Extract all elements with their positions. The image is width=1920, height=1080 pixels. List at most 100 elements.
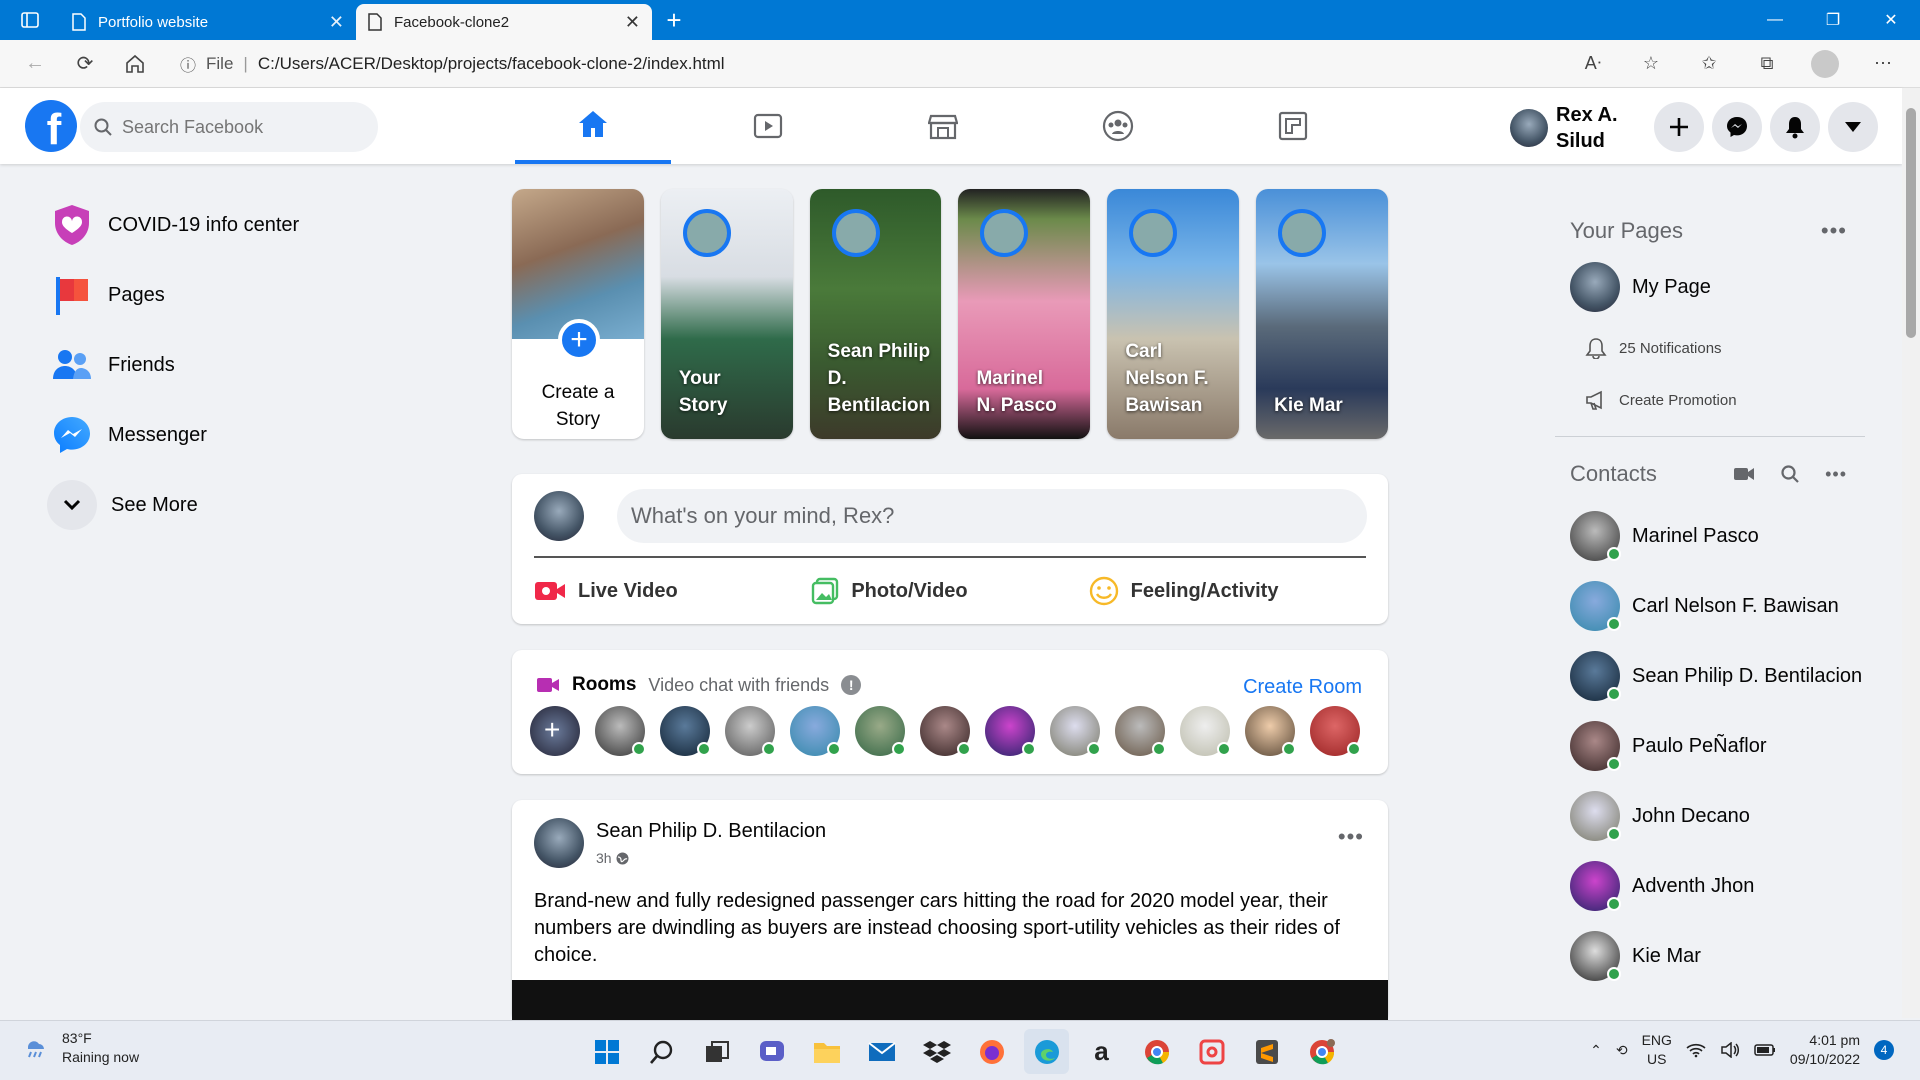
clock[interactable]: 4:01 pm 09/10/2022 bbox=[1790, 1031, 1860, 1069]
avatar[interactable]: + bbox=[530, 706, 580, 756]
windows-start-icon[interactable] bbox=[584, 1029, 629, 1074]
avatar[interactable] bbox=[790, 706, 841, 756]
weather-widget[interactable]: 83°F Raining now bbox=[22, 1029, 139, 1067]
wifi-icon[interactable] bbox=[1686, 1042, 1706, 1058]
contact-item[interactable]: Kie Mar bbox=[1555, 921, 1865, 991]
story-card[interactable]: Kie Mar bbox=[1256, 189, 1388, 439]
favorites-icon[interactable]: ✩ bbox=[1682, 53, 1736, 74]
restore-icon[interactable]: ❐ bbox=[1804, 0, 1862, 40]
chrome-icon[interactable] bbox=[1134, 1029, 1179, 1074]
avatar[interactable] bbox=[1245, 706, 1296, 756]
avatar[interactable] bbox=[985, 706, 1036, 756]
read-aloud-icon[interactable]: A͏ᐧ bbox=[1566, 53, 1620, 74]
avatar[interactable] bbox=[1115, 706, 1166, 756]
sidebar-item-see-more[interactable]: See More bbox=[47, 470, 410, 540]
sidebar-item-pages[interactable]: Pages bbox=[50, 260, 410, 330]
firefox-icon[interactable] bbox=[969, 1029, 1014, 1074]
chrome-profile-icon[interactable] bbox=[1299, 1029, 1344, 1074]
contact-item[interactable]: Marinel Pasco bbox=[1555, 501, 1865, 571]
search-box[interactable] bbox=[80, 102, 378, 152]
search-icon[interactable] bbox=[639, 1029, 684, 1074]
refresh-icon[interactable]: ⟳ bbox=[60, 51, 110, 76]
post-media[interactable] bbox=[512, 980, 1388, 1022]
edge-icon[interactable] bbox=[1024, 1029, 1069, 1074]
tab-facebook-clone2[interactable]: Facebook-clone2 ✕ bbox=[356, 4, 652, 40]
new-tab-button[interactable]: + bbox=[652, 0, 696, 40]
profile-avatar[interactable] bbox=[1798, 49, 1852, 78]
avatar[interactable] bbox=[1310, 706, 1361, 756]
more-options-icon[interactable]: ••• bbox=[1825, 464, 1847, 485]
feeling-activity-button[interactable]: Feeling/Activity bbox=[1089, 566, 1366, 616]
composer-input[interactable]: What's on your mind, Rex? bbox=[617, 489, 1367, 543]
notification-badge[interactable]: 4 bbox=[1874, 1040, 1894, 1060]
contact-item[interactable]: Paulo PeÑaflor bbox=[1555, 711, 1865, 781]
file-explorer-icon[interactable] bbox=[804, 1029, 849, 1074]
avatar[interactable] bbox=[1180, 706, 1231, 756]
facebook-logo[interactable]: f bbox=[25, 100, 77, 152]
more-options-icon[interactable]: ••• bbox=[1821, 218, 1865, 244]
avatar[interactable] bbox=[534, 491, 584, 541]
minimize-icon[interactable]: — bbox=[1746, 0, 1804, 40]
sidebar-item-covid[interactable]: COVID-19 info center bbox=[50, 190, 410, 260]
messenger-button[interactable] bbox=[1712, 102, 1762, 152]
collections-icon[interactable]: ⧉ bbox=[1740, 53, 1794, 74]
notifications-button[interactable] bbox=[1770, 102, 1820, 152]
brackets-app-icon[interactable] bbox=[1189, 1029, 1234, 1074]
back-icon[interactable]: ← bbox=[10, 52, 60, 75]
contact-item[interactable]: Carl Nelson F. Bawisan bbox=[1555, 571, 1865, 641]
account-menu-button[interactable] bbox=[1828, 102, 1878, 152]
avatar[interactable] bbox=[855, 706, 906, 756]
nav-marketplace-tab[interactable] bbox=[865, 88, 1021, 164]
create-promotion-link[interactable]: Create Promotion bbox=[1555, 374, 1865, 426]
more-options-icon[interactable]: ⋯ bbox=[1856, 53, 1910, 74]
close-tab-icon[interactable]: ✕ bbox=[625, 12, 640, 33]
create-story-card[interactable]: + Create a Story bbox=[512, 189, 644, 439]
story-card[interactable]: Sean Philip D. Bentilacion bbox=[809, 189, 942, 439]
post-author[interactable]: Sean Philip D. Bentilacion bbox=[596, 820, 826, 843]
chat-icon[interactable] bbox=[749, 1029, 794, 1074]
info-icon[interactable]: ! bbox=[841, 675, 862, 695]
avatar[interactable] bbox=[725, 706, 776, 756]
workspaces-icon[interactable] bbox=[0, 0, 60, 40]
nav-watch-tab[interactable] bbox=[690, 88, 846, 164]
user-profile-link[interactable]: Rex A. Silud bbox=[1510, 102, 1626, 154]
sidebar-item-messenger[interactable]: Messenger bbox=[50, 400, 410, 470]
add-favorite-icon[interactable]: ☆ bbox=[1624, 53, 1678, 74]
notifications-link[interactable]: 25 Notifications bbox=[1555, 322, 1865, 374]
amazon-icon[interactable]: a bbox=[1079, 1029, 1124, 1074]
video-call-icon[interactable] bbox=[1733, 466, 1755, 482]
create-room-link[interactable]: Create Room bbox=[1243, 676, 1362, 699]
nav-groups-tab[interactable] bbox=[1040, 88, 1196, 164]
sublime-text-icon[interactable] bbox=[1244, 1029, 1289, 1074]
mail-icon[interactable] bbox=[859, 1029, 904, 1074]
contact-item[interactable]: Sean Philip D. Bentilacion bbox=[1555, 641, 1865, 711]
story-card[interactable]: Your Story bbox=[660, 189, 793, 439]
chevron-up-icon[interactable]: ⌃ bbox=[1590, 1042, 1602, 1059]
tab-portfolio-website[interactable]: Portfolio website ✕ bbox=[60, 4, 356, 40]
page-scrollbar[interactable] bbox=[1902, 88, 1920, 1018]
avatar[interactable] bbox=[1050, 706, 1101, 756]
avatar[interactable] bbox=[660, 706, 711, 756]
battery-icon[interactable] bbox=[1754, 1044, 1776, 1056]
dropbox-icon[interactable] bbox=[914, 1029, 959, 1074]
avatar[interactable] bbox=[534, 818, 584, 868]
scrollbar-thumb[interactable] bbox=[1906, 108, 1916, 338]
sidebar-item-friends[interactable]: Friends bbox=[50, 330, 410, 400]
more-options-icon[interactable]: ••• bbox=[1338, 824, 1364, 850]
story-card[interactable]: Marinel N. Pasco bbox=[958, 189, 1091, 439]
create-button[interactable] bbox=[1654, 102, 1704, 152]
search-icon[interactable] bbox=[1781, 465, 1799, 483]
story-card[interactable]: Carl Nelson F. Bawisan bbox=[1107, 189, 1240, 439]
task-view-icon[interactable] bbox=[694, 1029, 739, 1074]
contact-item[interactable]: John Decano bbox=[1555, 781, 1865, 851]
nav-home-tab[interactable] bbox=[515, 88, 671, 164]
avatar[interactable] bbox=[595, 706, 646, 756]
photo-video-button[interactable]: Photo/Video bbox=[811, 566, 1088, 616]
address-bar[interactable]: ⓘ File | C:/Users/ACER/Desktop/projects/… bbox=[180, 46, 1520, 82]
search-input[interactable] bbox=[122, 116, 342, 138]
sync-icon[interactable]: ⟲ bbox=[1616, 1042, 1628, 1059]
post-time[interactable]: 3h bbox=[596, 850, 612, 866]
volume-icon[interactable] bbox=[1720, 1042, 1740, 1058]
home-browser-icon[interactable] bbox=[110, 54, 160, 74]
nav-gaming-tab[interactable] bbox=[1215, 88, 1371, 164]
